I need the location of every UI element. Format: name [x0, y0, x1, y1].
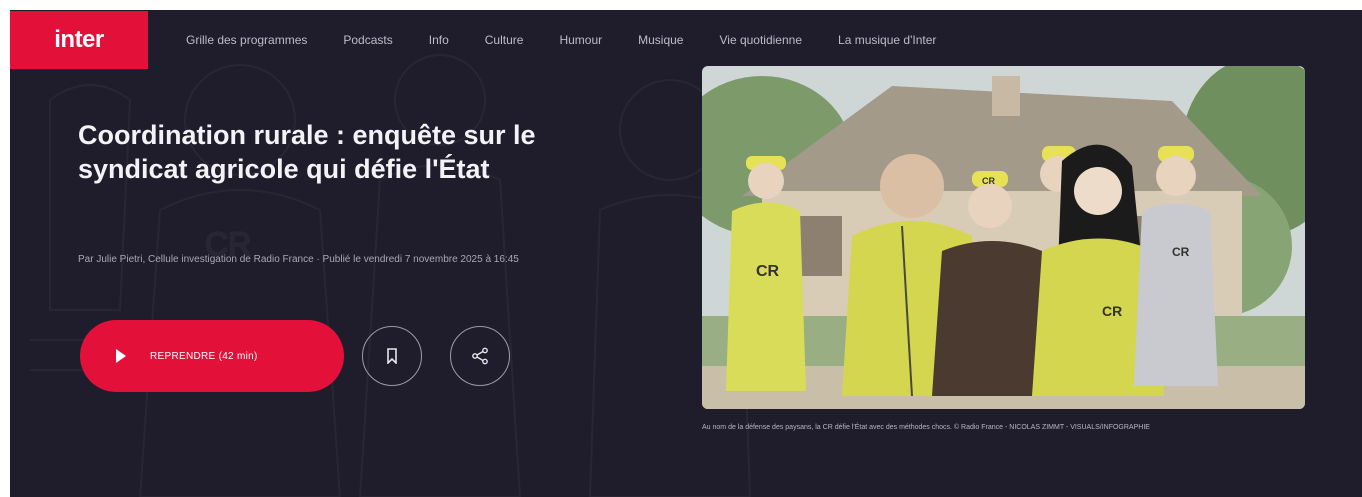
play-icon	[116, 349, 126, 363]
image-caption: Au nom de la défense des paysans, la CR …	[702, 424, 1150, 431]
logo[interactable]: inter	[10, 11, 148, 69]
nav-item-humour[interactable]: Humour	[559, 33, 602, 47]
nav-items: Grille des programmes Podcasts Info Cult…	[186, 33, 972, 47]
logo-text: inter	[54, 26, 104, 53]
nav-item-musique-inter[interactable]: La musique d'Inter	[838, 33, 936, 47]
byline: Par Julie Pietri, Cellule investigation …	[78, 254, 519, 265]
svg-text:CR: CR	[1172, 245, 1190, 259]
nav-item-culture[interactable]: Culture	[485, 33, 524, 47]
bookmark-button[interactable]	[362, 326, 422, 386]
illustration-farmers-group: CR CR CR CR	[702, 66, 1305, 409]
top-nav: inter Grille des programmes Podcasts Inf…	[10, 10, 1362, 70]
nav-item-vie-quotidienne[interactable]: Vie quotidienne	[719, 33, 802, 47]
svg-text:CR: CR	[756, 263, 780, 280]
page: CR inter Grille des programmes Podcasts …	[10, 10, 1362, 497]
share-icon	[472, 347, 488, 365]
nav-item-musique[interactable]: Musique	[638, 33, 683, 47]
page-title: Coordination rurale : enquête sur le syn…	[78, 120, 536, 184]
resume-play-button[interactable]: REPRENDRE (42 min)	[80, 320, 344, 392]
svg-text:CR: CR	[1102, 303, 1122, 319]
bookmark-icon	[387, 348, 397, 364]
play-button-label: REPRENDRE (42 min)	[150, 350, 258, 362]
nav-item-programmes[interactable]: Grille des programmes	[186, 33, 307, 47]
share-button[interactable]	[450, 326, 510, 386]
hero-illustration: CR CR CR CR	[702, 66, 1305, 409]
nav-item-podcasts[interactable]: Podcasts	[343, 33, 392, 47]
nav-item-info[interactable]: Info	[429, 33, 449, 47]
